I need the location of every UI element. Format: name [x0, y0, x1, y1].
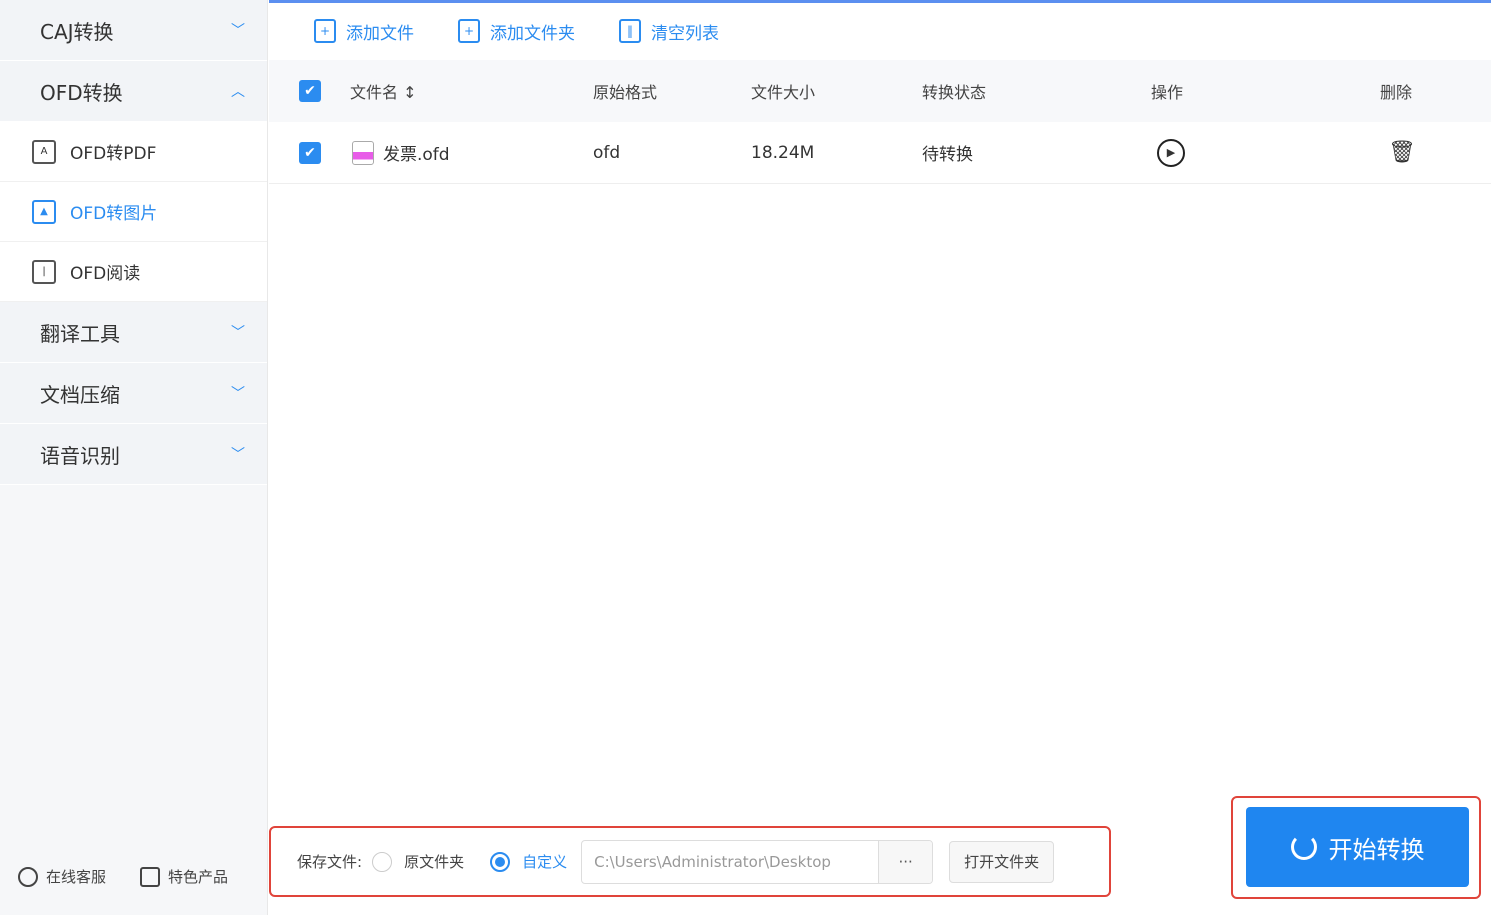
start-highlight: 开始转换 — [1231, 796, 1481, 899]
image-icon: ▲ — [32, 199, 56, 224]
sidebar-group-translate[interactable]: 翻译工具 ﹀ — [0, 302, 267, 363]
top-accent-line — [269, 0, 1491, 3]
original-folder-label: 原文件夹 — [404, 853, 465, 871]
group-label: 语音识别 — [40, 443, 120, 468]
header-name[interactable]: 文件名 ↕ — [350, 79, 417, 103]
play-icon[interactable]: ▶ — [1157, 138, 1185, 167]
main-panel: + 添加文件 + 添加文件夹 ‖ 清空列表 ✔ 文件名 ↕ 原始格式 文件大小 转换状… — [269, 0, 1491, 915]
file-size: 18.24M — [751, 142, 815, 163]
chevron-down-icon: ﹀ — [231, 23, 245, 39]
label: 添加文件 — [346, 23, 414, 44]
custom-label: 自定义 — [522, 853, 568, 871]
file-format: ofd — [593, 142, 621, 163]
delete-icon[interactable]: 🗑 — [1388, 140, 1416, 165]
sidebar: CAJ转换 ﹀ OFD转换 ︿ A OFD转PDF ▲ OFD转图片 | OFD阅读 翻译… — [0, 0, 268, 915]
add-file-button[interactable]: + 添加文件 — [314, 19, 414, 44]
header-name-label: 文件名 — [350, 83, 399, 102]
save-options: 保存文件: 原文件夹 自定义 C:\Users\Administrator\De… — [269, 826, 1111, 897]
open-folder-button[interactable]: 打开文件夹 — [949, 840, 1055, 883]
item-label: OFD转PDF — [70, 144, 157, 164]
refresh-icon — [1290, 834, 1317, 860]
product-icon — [140, 867, 161, 887]
add-folder-icon: + — [458, 19, 480, 43]
chevron-down-icon: ﹀ — [231, 447, 245, 463]
file-name: 发票.ofd — [383, 145, 450, 165]
item-label: OFD转图片 — [70, 204, 158, 224]
sidebar-group-speech[interactable]: 语音识别 ﹀ — [0, 424, 267, 485]
sidebar-item-ofd-to-image[interactable]: ▲ OFD转图片 — [0, 182, 267, 242]
select-all-checkbox[interactable]: ✔ — [299, 80, 321, 102]
sidebar-footer: 在线客服 特色产品 — [18, 866, 229, 887]
item-label: OFD阅读 — [70, 264, 141, 284]
sidebar-group-compress[interactable]: 文档压缩 ﹀ — [0, 363, 267, 424]
service-label: 在线客服 — [46, 867, 107, 886]
toolbar: + 添加文件 + 添加文件夹 ‖ 清空列表 — [269, 0, 1491, 62]
book-icon: | — [32, 259, 56, 284]
products-label: 特色产品 — [168, 867, 229, 886]
clear-list-button[interactable]: ‖ 清空列表 — [619, 19, 719, 44]
header-size: 文件大小 — [751, 83, 816, 102]
label: 添加文件夹 — [490, 23, 575, 44]
radio-original-folder[interactable] — [372, 851, 393, 872]
online-service-link[interactable]: 在线客服 — [18, 866, 107, 887]
sidebar-group-ofd[interactable]: OFD转换 ︿ — [0, 61, 267, 122]
label: 清空列表 — [651, 23, 719, 44]
header-status: 转换状态 — [922, 83, 987, 102]
group-label: CAJ转换 — [40, 19, 114, 44]
table-row: ✔ 发票.ofd ofd 18.24M 待转换 ▶ 🗑 — [269, 122, 1491, 184]
chevron-down-icon: ﹀ — [231, 325, 245, 341]
add-folder-button[interactable]: + 添加文件夹 — [458, 19, 575, 44]
row-checkbox[interactable]: ✔ — [299, 141, 321, 164]
header-format: 原始格式 — [593, 83, 658, 102]
ofd-file-icon — [352, 140, 374, 165]
radio-custom[interactable] — [490, 851, 511, 872]
group-label: OFD转换 — [40, 80, 123, 105]
sidebar-item-ofd-to-pdf[interactable]: A OFD转PDF — [0, 122, 267, 182]
start-convert-button[interactable]: 开始转换 — [1246, 807, 1469, 887]
table-header: ✔ 文件名 ↕ 原始格式 文件大小 转换状态 操作 删除 — [269, 60, 1491, 122]
save-label: 保存文件: — [297, 853, 363, 871]
featured-products-link[interactable]: 特色产品 — [140, 866, 229, 887]
pdf-icon: A — [32, 139, 56, 164]
sidebar-group-caj[interactable]: CAJ转换 ﹀ — [0, 0, 267, 61]
add-file-icon: + — [314, 19, 336, 43]
save-path-value: C:\Users\Administrator\Desktop — [594, 852, 831, 871]
trash-icon: ‖ — [619, 19, 641, 43]
sidebar-item-ofd-read[interactable]: | OFD阅读 — [0, 242, 267, 302]
chevron-up-icon: ︿ — [231, 84, 245, 100]
header-delete: 删除 — [1380, 83, 1413, 102]
start-label: 开始转换 — [1328, 835, 1425, 864]
file-status: 待转换 — [922, 145, 973, 165]
browse-button[interactable]: ··· — [878, 840, 933, 883]
chat-icon — [18, 867, 38, 887]
chevron-down-icon: ﹀ — [231, 386, 245, 402]
group-label: 翻译工具 — [40, 321, 120, 346]
sort-icon: ↕ — [403, 83, 417, 102]
save-path-field[interactable]: C:\Users\Administrator\Desktop ··· — [581, 839, 934, 884]
header-action: 操作 — [1151, 83, 1184, 102]
group-label: 文档压缩 — [40, 382, 120, 407]
